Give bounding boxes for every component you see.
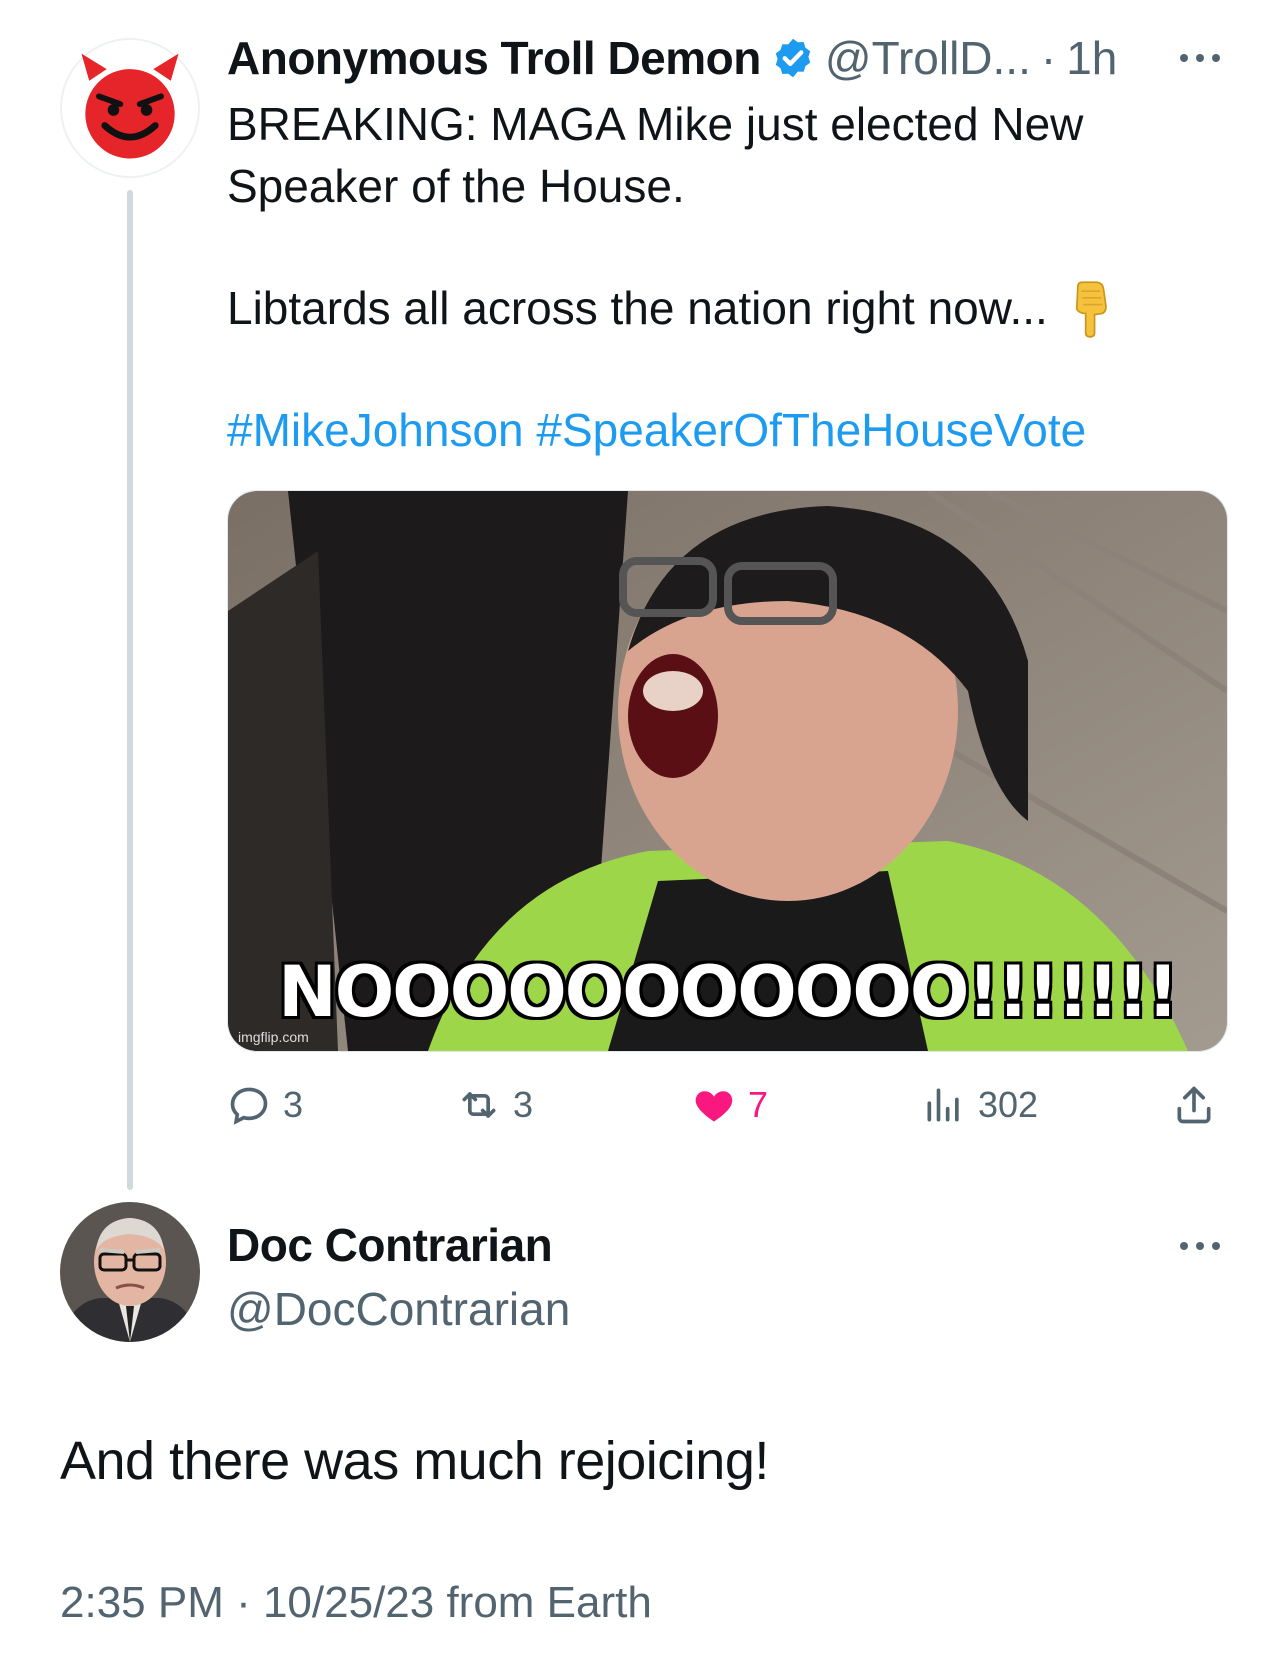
avatar-troll-demon[interactable] (60, 38, 200, 178)
devil-face-icon (81, 53, 179, 159)
retweet-count: 3 (513, 1084, 534, 1125)
views-chart-icon (927, 1088, 959, 1122)
thread-connector-line (127, 190, 133, 1190)
tweet1-text: BREAKING: MAGA Mike just elected New Spe… (227, 93, 1227, 461)
more-options-icon[interactable] (1175, 45, 1225, 71)
more-options-icon[interactable] (1175, 1233, 1225, 1259)
meme-watermark: imgflip.com (238, 1029, 309, 1045)
heart-filled-icon (695, 1091, 733, 1122)
tweet1-text-line: Speaker of the House. (227, 160, 685, 212)
tweet2-text: And there was much rejoicing! (60, 1431, 769, 1491)
views-button[interactable]: 302 (922, 1075, 1038, 1135)
tweet1-text-line: BREAKING: MAGA Mike just elected New (227, 98, 1084, 150)
share-button[interactable] (1172, 1075, 1216, 1135)
tweet1-header: Anonymous Troll Demon @TrollD... · 1h (227, 30, 1117, 86)
reply-count: 3 (283, 1084, 304, 1125)
tweet1-time[interactable]: 1h (1066, 31, 1117, 85)
tweet1-media-image[interactable]: NOOOOOOOOOOO!!!!!!! imgflip.com (227, 490, 1228, 1052)
user-portrait-image (60, 1202, 200, 1342)
tweet1-author-name[interactable]: Anonymous Troll Demon (227, 31, 761, 85)
like-button[interactable]: 7 (692, 1075, 768, 1135)
reply-button[interactable]: 3 (227, 1075, 303, 1135)
retweet-button[interactable]: 3 (457, 1075, 533, 1135)
pointing-down-emoji-icon (1066, 280, 1112, 338)
tweet2-author-name[interactable]: Doc Contrarian (227, 1218, 553, 1272)
like-count: 7 (748, 1084, 769, 1125)
reply-icon (230, 1087, 268, 1125)
verified-badge-icon[interactable] (771, 36, 815, 80)
tweet1-action-bar: 3 3 7 302 (227, 1075, 1227, 1135)
hashtag-link[interactable]: #MikeJohnson (227, 404, 524, 456)
share-icon (1177, 1086, 1211, 1124)
hashtag-link[interactable]: #SpeakerOfTheHouseVote (536, 404, 1086, 456)
tweet1-handle[interactable]: @TrollD... (825, 31, 1031, 85)
header-separator: · (1040, 32, 1057, 84)
tweet2-timestamp[interactable]: 2:35 PM · 10/25/23 from Earth (60, 1578, 652, 1628)
meme-caption-text: NOOOOOOOOOOO!!!!!!! (277, 950, 1181, 1035)
tweet2-handle[interactable]: @DocContrarian (227, 1282, 570, 1336)
retweet-icon (462, 1092, 496, 1118)
views-count: 302 (978, 1084, 1039, 1125)
avatar-doc-contrarian[interactable] (60, 1202, 200, 1342)
tweet1-text-line: Libtards all across the nation right now… (227, 282, 1048, 334)
